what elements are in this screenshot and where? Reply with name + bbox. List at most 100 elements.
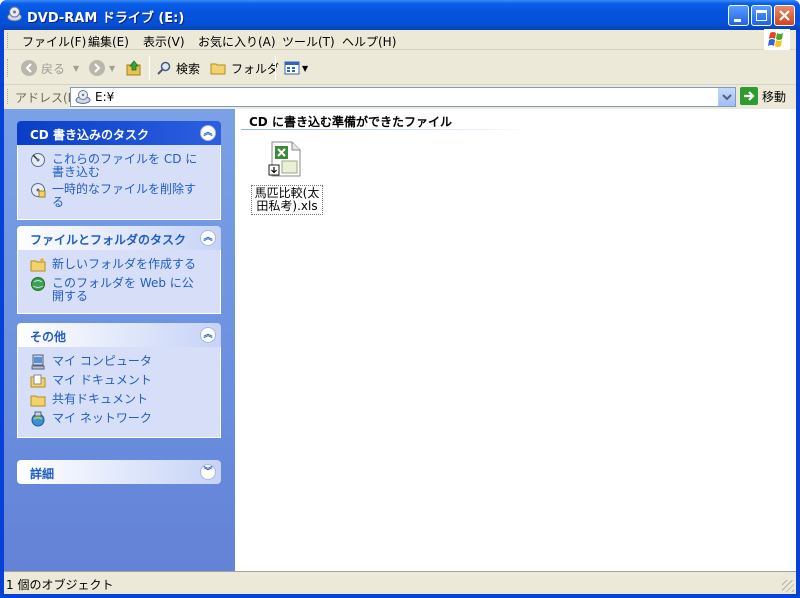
back-button[interactable]: 戻る ▼	[21, 58, 79, 78]
place-my-network[interactable]: マイ ネットワーク	[30, 411, 220, 427]
search-icon	[157, 61, 171, 75]
address-grip[interactable]	[7, 89, 10, 104]
back-dropdown-icon: ▼	[73, 63, 80, 73]
search-label: 検索	[176, 61, 201, 76]
details-panel: 詳細 ︾	[17, 460, 221, 484]
place-my-computer-label: マイ コンピュータ	[52, 354, 152, 368]
excel-file-icon	[268, 141, 301, 177]
menu-file[interactable]: ファイル(F)	[22, 33, 86, 50]
place-shared-documents[interactable]: 共有ドキュメント	[30, 393, 220, 408]
menu-grip[interactable]	[7, 33, 10, 48]
folders-button[interactable]: フォルダ	[210, 58, 279, 78]
task-publish-label: このフォルダを Web に公開する	[52, 276, 194, 303]
task-delete-temp-files[interactable]: 一時的なファイルを削除する	[30, 183, 220, 209]
place-shared-documents-label: 共有ドキュメント	[52, 392, 149, 406]
other-places-title: その他	[30, 330, 67, 344]
menu-bar: ファイル(F) 編集(E) 表示(V) お気に入り(A) ツール(T) ヘルプ(…	[4, 29, 796, 50]
cd-tasks-header[interactable]: CD 書き込みのタスク ︽	[17, 121, 221, 145]
up-folder-icon	[126, 60, 141, 76]
group-header: CD に書き込む準備ができたファイル	[249, 115, 452, 129]
window-frame: ファイル(F) 編集(E) 表示(V) お気に入り(A) ツール(T) ヘルプ(…	[4, 29, 796, 594]
file-list-pane[interactable]: CD に書き込む準備ができたファイル 馬匹比較(太田私考).xls	[235, 109, 796, 571]
task-burn-to-cd[interactable]: これらのファイルを CD に書き込む	[30, 153, 220, 179]
task-new-folder[interactable]: 新しいフォルダを作成する	[30, 258, 220, 273]
cd-tasks-panel: CD 書き込みのタスク ︽ これらのファイルを CD に書き込む 一時的なファイ…	[17, 121, 221, 220]
maximize-icon	[756, 10, 767, 21]
cd-tasks-body: これらのファイルを CD に書き込む 一時的なファイルを削除する	[17, 145, 221, 220]
file-name: 馬匹比較(太田私考).xls	[251, 185, 323, 215]
folders-label: フォルダ	[231, 61, 280, 76]
status-bar: 1 個のオブジェクト	[4, 571, 796, 594]
cd-tasks-title: CD 書き込みのタスク	[30, 128, 149, 142]
forward-dropdown-icon: ▼	[109, 63, 116, 73]
windows-flag-icon	[768, 32, 783, 47]
title-bar[interactable]: DVD-RAM ドライブ (E:)	[0, 0, 800, 30]
file-folder-tasks-title: ファイルとフォルダのタスク	[30, 233, 187, 247]
address-bar: アドレス(D) E:¥ 移動	[4, 86, 796, 108]
publish-web-icon	[31, 277, 45, 291]
chevron-down-icon	[722, 94, 732, 101]
minimize-button[interactable]	[728, 5, 749, 26]
file-folder-tasks-panel: ファイルとフォルダのタスク ︽ 新しいフォルダを作成する このフォルダを Web…	[17, 226, 221, 314]
window-title: DVD-RAM ドライブ (E:)	[27, 11, 185, 26]
back-arrow-icon	[21, 60, 37, 76]
menu-favorites[interactable]: お気に入り(A)	[198, 33, 276, 50]
task-new-folder-label: 新しいフォルダを作成する	[52, 257, 197, 271]
cd-burn-icon	[31, 153, 45, 167]
task-publish-web[interactable]: このフォルダを Web に公開する	[30, 277, 220, 303]
other-places-body: マイ コンピュータ マイ ドキュメント 共有ドキュメント マイ ネットワーク	[17, 347, 221, 438]
standard-toolbar: 戻る ▼ ▼ 検索 フォルダ ▼	[4, 51, 796, 85]
new-folder-icon	[30, 258, 46, 272]
expand-icon[interactable]: ︾	[200, 464, 216, 480]
details-header[interactable]: 詳細 ︾	[17, 460, 221, 484]
views-icon	[284, 61, 300, 75]
resize-grip-icon[interactable]	[782, 580, 794, 592]
file-folder-tasks-body: 新しいフォルダを作成する このフォルダを Web に公開する	[17, 250, 221, 314]
go-button[interactable]: 移動	[740, 87, 786, 105]
windows-logo	[764, 29, 790, 50]
go-arrow-icon	[740, 87, 758, 105]
explorer-window: DVD-RAM ドライブ (E:) ファイル(F) 編集(E) 表示(V) お気…	[0, 0, 800, 598]
back-label: 戻る	[41, 61, 66, 76]
menu-tools[interactable]: ツール(T)	[282, 33, 335, 50]
forward-button[interactable]: ▼	[89, 58, 115, 78]
menu-view[interactable]: 表示(V)	[143, 33, 185, 50]
my-network-icon	[31, 411, 45, 427]
task-delete-label: 一時的なファイルを削除する	[52, 182, 197, 209]
toolbar-separator	[275, 56, 276, 80]
file-folder-tasks-header[interactable]: ファイルとフォルダのタスク ︽	[17, 226, 221, 250]
maximize-button[interactable]	[751, 5, 772, 26]
close-button[interactable]	[774, 5, 795, 26]
place-my-documents[interactable]: マイ ドキュメント	[30, 374, 220, 389]
search-button[interactable]: 検索	[156, 58, 200, 78]
delete-temp-files-icon	[31, 183, 46, 198]
address-dropdown-button[interactable]	[718, 88, 735, 106]
place-my-documents-label: マイ ドキュメント	[52, 373, 152, 387]
address-input[interactable]: E:¥	[70, 87, 736, 107]
up-folder-button[interactable]	[125, 58, 143, 78]
place-my-network-label: マイ ネットワーク	[52, 411, 152, 425]
toolbar-grip[interactable]	[7, 59, 10, 77]
other-places-panel: その他 ︽ マイ コンピュータ マイ ドキュメント 共有ドキュメント マイ ネッ…	[17, 323, 221, 438]
collapse-icon[interactable]: ︽	[200, 327, 216, 343]
collapse-icon[interactable]: ︽	[200, 125, 216, 141]
place-my-computer[interactable]: マイ コンピュータ	[30, 354, 220, 370]
menu-help[interactable]: ヘルプ(H)	[342, 33, 396, 50]
folders-icon	[210, 63, 226, 75]
collapse-icon[interactable]: ︽	[200, 230, 216, 246]
my-computer-icon	[31, 354, 45, 370]
views-button[interactable]: ▼	[284, 58, 308, 78]
menu-edit[interactable]: 編集(E)	[88, 33, 129, 50]
toolbar-separator	[149, 56, 150, 80]
drive-icon	[75, 90, 91, 104]
close-icon	[779, 10, 790, 21]
address-value: E:¥	[95, 90, 115, 104]
other-places-header[interactable]: その他 ︽	[17, 323, 221, 347]
task-burn-label: これらのファイルを CD に書き込む	[52, 152, 198, 179]
shared-documents-icon	[30, 395, 46, 407]
my-documents-icon	[30, 374, 46, 388]
group-divider	[241, 129, 531, 130]
minimize-icon	[734, 19, 741, 22]
dvd-drive-icon	[7, 6, 22, 22]
forward-arrow-icon	[89, 60, 105, 76]
